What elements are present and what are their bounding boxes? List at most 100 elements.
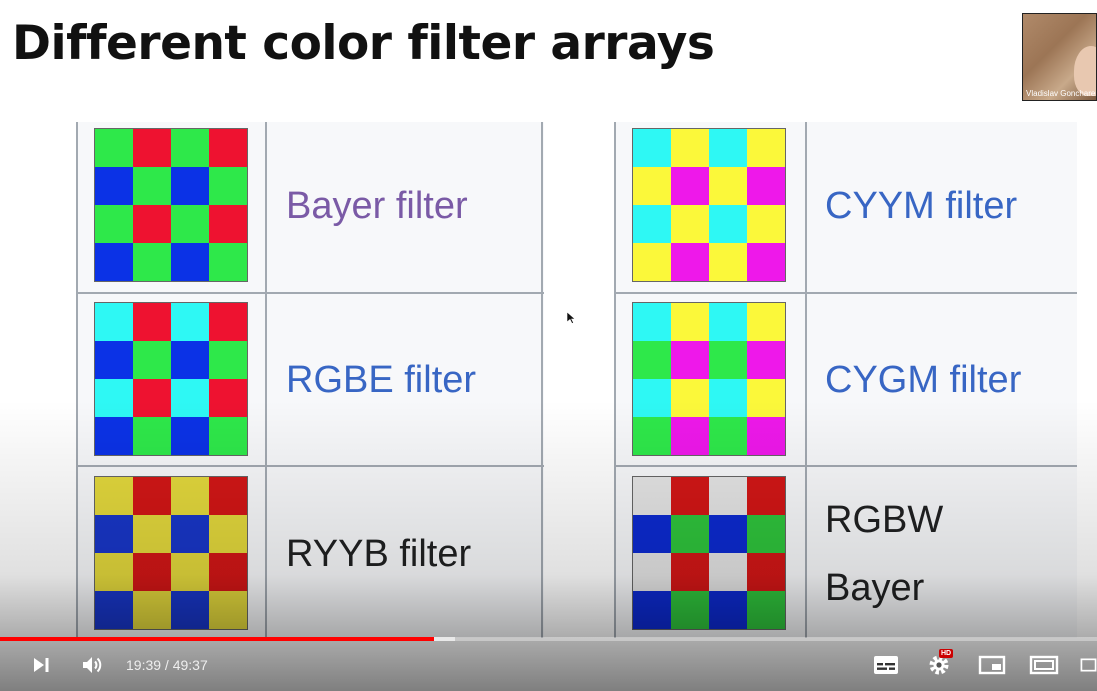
- theater-mode-icon: [1029, 655, 1059, 675]
- filter-cell: [171, 515, 209, 553]
- filter-table-left: Bayer filter RGBE filter RYYB filter: [76, 122, 544, 638]
- filter-cell: [209, 379, 247, 417]
- filter-cell: [171, 205, 209, 243]
- fullscreen-button[interactable]: [1080, 653, 1097, 677]
- filter-cell: [747, 243, 785, 281]
- hd-badge: HD: [939, 649, 954, 658]
- filter-cell: [633, 379, 671, 417]
- filter-cell: [709, 553, 747, 591]
- volume-icon: [83, 657, 102, 673]
- filter-cell: [747, 205, 785, 243]
- volume-button[interactable]: [78, 653, 106, 677]
- next-icon: [34, 658, 49, 672]
- miniplayer-button[interactable]: [977, 653, 1007, 677]
- mouse-cursor-icon: [567, 312, 575, 324]
- filter-cell: [709, 129, 747, 167]
- table-row-divider: [76, 292, 544, 294]
- filter-cell: [95, 243, 133, 281]
- filter-cell: [747, 303, 785, 341]
- filter-cell: [171, 591, 209, 629]
- filter-cell: [133, 167, 171, 205]
- table-border: [76, 122, 78, 638]
- filter-cell: [209, 591, 247, 629]
- filter-cell: [633, 417, 671, 455]
- filter-cell: [633, 553, 671, 591]
- filter-cell: [671, 417, 709, 455]
- filter-cell: [633, 477, 671, 515]
- rgbe-filter-pattern: [94, 302, 248, 456]
- filter-cell: [747, 379, 785, 417]
- filter-cell: [95, 553, 133, 591]
- filter-cell: [671, 477, 709, 515]
- webcam-overlay: Vladislav Goncharenko: [1022, 13, 1097, 101]
- slide: Different color filter arrays Vladislav …: [0, 0, 1097, 691]
- filter-cell: [133, 591, 171, 629]
- table-row-divider: [614, 292, 1077, 294]
- filter-cell: [95, 129, 133, 167]
- filter-cell: [95, 591, 133, 629]
- filter-cell: [633, 515, 671, 553]
- filter-cell: [171, 167, 209, 205]
- table-column-divider: [805, 122, 807, 638]
- miniplayer-icon: [978, 655, 1006, 675]
- filter-cell: [133, 379, 171, 417]
- filter-cell: [633, 303, 671, 341]
- filter-table-right: CYYM filter CYGM filter RGBW Bayer: [614, 122, 1077, 638]
- settings-button[interactable]: HD: [925, 649, 954, 677]
- bayer-filter-pattern: [94, 128, 248, 282]
- filter-cell: [171, 417, 209, 455]
- cygm-filter-label: CYGM filter: [825, 359, 1022, 401]
- filter-cell: [133, 553, 171, 591]
- filter-cell: [671, 379, 709, 417]
- table-column-divider: [265, 122, 267, 638]
- progress-played[interactable]: [0, 637, 435, 641]
- table-border: [614, 122, 616, 638]
- filter-cell: [171, 303, 209, 341]
- filter-cell: [209, 553, 247, 591]
- table-row-divider: [614, 465, 1077, 467]
- filter-cell: [209, 243, 247, 281]
- filter-cell: [747, 129, 785, 167]
- filter-cell: [709, 515, 747, 553]
- filter-cell: [709, 303, 747, 341]
- filter-cell: [633, 243, 671, 281]
- filter-cell: [709, 167, 747, 205]
- next-button[interactable]: [28, 653, 54, 677]
- filter-cell: [133, 243, 171, 281]
- theater-mode-button[interactable]: [1028, 653, 1060, 677]
- subtitles-button[interactable]: [872, 653, 900, 677]
- cyym-filter-pattern: [632, 128, 786, 282]
- rgbw-filter-label: RGBW Bayer: [825, 486, 1025, 622]
- filter-cell: [209, 417, 247, 455]
- filter-cell: [709, 417, 747, 455]
- table-row-divider: [76, 465, 544, 467]
- filter-cell: [671, 341, 709, 379]
- cygm-filter-pattern: [632, 302, 786, 456]
- filter-cell: [633, 167, 671, 205]
- filter-cell: [671, 591, 709, 629]
- webcam-name: Vladislav Goncharenko: [1026, 89, 1096, 98]
- filter-cell: [747, 515, 785, 553]
- filter-cell: [671, 205, 709, 243]
- filter-cell: [95, 417, 133, 455]
- filter-cell: [209, 167, 247, 205]
- filter-cell: [95, 205, 133, 243]
- filter-cell: [671, 129, 709, 167]
- filter-cell: [171, 129, 209, 167]
- rgbw-label-line1: RGBW: [825, 499, 944, 541]
- filter-cell: [747, 167, 785, 205]
- slide-title: Different color filter arrays: [12, 16, 715, 71]
- filter-cell: [133, 417, 171, 455]
- filter-cell: [95, 379, 133, 417]
- ryyb-filter-label: RYYB filter: [286, 533, 472, 575]
- filter-cell: [709, 591, 747, 629]
- cyym-filter-label: CYYM filter: [825, 185, 1018, 227]
- filter-cell: [171, 243, 209, 281]
- filter-cell: [633, 205, 671, 243]
- filter-cell: [133, 341, 171, 379]
- filter-cell: [209, 129, 247, 167]
- rgbe-filter-label: RGBE filter: [286, 359, 477, 401]
- filter-cell: [671, 167, 709, 205]
- filter-cell: [747, 341, 785, 379]
- filter-cell: [671, 553, 709, 591]
